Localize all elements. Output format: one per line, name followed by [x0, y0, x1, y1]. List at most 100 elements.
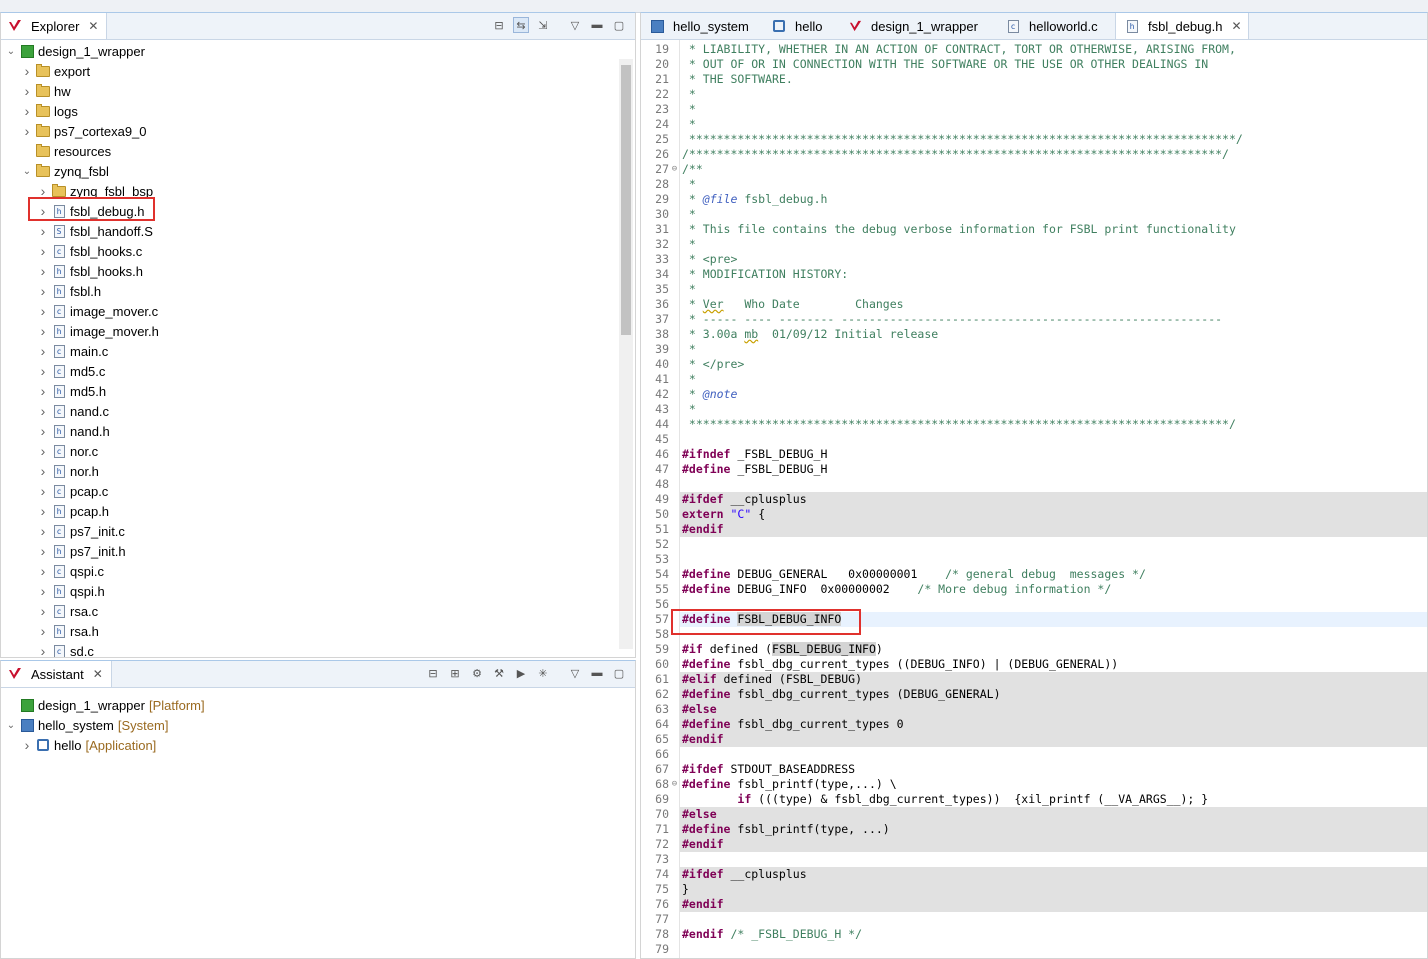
run-icon[interactable]: ▶: [513, 665, 529, 681]
tree-item[interactable]: resources: [1, 141, 111, 161]
chevron-right-icon[interactable]: ›: [37, 423, 49, 439]
tree-item[interactable]: › c qspi.c: [1, 561, 104, 581]
code-line[interactable]: 46 #ifndef _FSBL_DEBUG_H: [641, 447, 1427, 462]
code-line[interactable]: 67 #ifdef STDOUT_BASEADDRESS: [641, 762, 1427, 777]
code-line[interactable]: 45: [641, 432, 1427, 447]
tree-item[interactable]: › h rsa.h: [1, 621, 99, 641]
maximize-icon[interactable]: ▢: [611, 665, 627, 681]
code-line[interactable]: 22 *: [641, 87, 1427, 102]
tree-item[interactable]: › hw: [1, 81, 71, 101]
code-line[interactable]: 40 * </pre>: [641, 357, 1427, 372]
code-line[interactable]: 38 * 3.00a mb 01/09/12 Initial release: [641, 327, 1427, 342]
tree-item[interactable]: › c fsbl_hooks.c: [1, 241, 143, 261]
tree-item[interactable]: › h md5.h: [1, 381, 106, 401]
code-line[interactable]: 23 *: [641, 102, 1427, 117]
code-line[interactable]: 57 #define FSBL_DEBUG_INFO: [641, 612, 1427, 627]
code-line[interactable]: 34 * MODIFICATION HISTORY:: [641, 267, 1427, 282]
code-line[interactable]: 25 *************************************…: [641, 132, 1427, 147]
code-line[interactable]: 59 #if defined (FSBL_DEBUG_INFO): [641, 642, 1427, 657]
code-line[interactable]: 35 *: [641, 282, 1427, 297]
chevron-down-icon[interactable]: ⌄: [5, 720, 17, 731]
code-line[interactable]: 63 #else: [641, 702, 1427, 717]
code-line[interactable]: 74 #ifdef __cplusplus: [641, 867, 1427, 882]
chevron-right-icon[interactable]: ›: [37, 403, 49, 419]
code-line[interactable]: 28 *: [641, 177, 1427, 192]
code-line[interactable]: 44 *************************************…: [641, 417, 1427, 432]
code-line[interactable]: 41 *: [641, 372, 1427, 387]
collapse-all-icon[interactable]: ⊟: [425, 665, 441, 681]
code-line[interactable]: 54 #define DEBUG_GENERAL 0x00000001 /* ge…: [641, 567, 1427, 582]
import-icon[interactable]: ⇲: [535, 17, 551, 33]
chevron-right-icon[interactable]: ›: [21, 103, 33, 119]
code-line[interactable]: 75}: [641, 882, 1427, 897]
build-icon[interactable]: ⚒: [491, 665, 507, 681]
tree-item[interactable]: › c ps7_init.c: [1, 521, 125, 541]
code-line[interactable]: 69 if (((type) & fsbl_dbg_current_types)…: [641, 792, 1427, 807]
tree-item[interactable]: › hello [Application]: [1, 735, 157, 755]
tree-item[interactable]: › c rsa.c: [1, 601, 99, 621]
code-line[interactable]: 33 * <pre>: [641, 252, 1427, 267]
chevron-right-icon[interactable]: ›: [21, 63, 33, 79]
explorer-tab[interactable]: Explorer ✕: [1, 13, 108, 39]
code-line[interactable]: 42 * @note: [641, 387, 1427, 402]
link-with-editor-icon[interactable]: ⇆: [513, 17, 529, 33]
chevron-right-icon[interactable]: ›: [37, 603, 49, 619]
code-line[interactable]: 43 *: [641, 402, 1427, 417]
code-line[interactable]: 29 * @file fsbl_debug.h: [641, 192, 1427, 207]
tree-item[interactable]: › h pcap.h: [1, 501, 109, 521]
code-line[interactable]: 78 #endif /* _FSBL_DEBUG_H */: [641, 927, 1427, 942]
assistant-tab[interactable]: Assistant ✕: [1, 661, 112, 687]
tree-item[interactable]: › h image_mover.h: [1, 321, 159, 341]
code-line[interactable]: 66: [641, 747, 1427, 762]
chevron-right-icon[interactable]: ›: [37, 443, 49, 459]
code-line[interactable]: 39 *: [641, 342, 1427, 357]
tree-item[interactable]: design_1_wrapper [Platform]: [1, 695, 205, 715]
code-line[interactable]: 77: [641, 912, 1427, 927]
chevron-right-icon[interactable]: ›: [21, 737, 33, 753]
tree-item[interactable]: › c md5.c: [1, 361, 106, 381]
tree-item[interactable]: ⌄ hello_system [System]: [1, 715, 169, 735]
maximize-icon[interactable]: ▢: [611, 17, 627, 33]
tree-item[interactable]: › c nand.c: [1, 401, 109, 421]
tree-item[interactable]: › c nor.c: [1, 441, 99, 461]
chevron-right-icon[interactable]: ›: [37, 283, 49, 299]
chevron-right-icon[interactable]: ›: [21, 123, 33, 139]
code-line[interactable]: 60 #define fsbl_dbg_current_types ((DEBUG…: [641, 657, 1427, 672]
code-line[interactable]: 32 *: [641, 237, 1427, 252]
tree-item[interactable]: › c sd.c: [1, 641, 94, 657]
editor-tab[interactable]: h fsbl_debug.h ✕: [1115, 13, 1249, 39]
code-line[interactable]: 55 #define DEBUG_INFO 0x00000002 /* More …: [641, 582, 1427, 597]
code-line[interactable]: 76 #endif: [641, 897, 1427, 912]
fold-toggle-icon[interactable]: ⊖: [670, 777, 679, 792]
chevron-down-icon[interactable]: ⌄: [21, 166, 33, 177]
chevron-right-icon[interactable]: ›: [37, 563, 49, 579]
code-line[interactable]: 53: [641, 552, 1427, 567]
view-menu-icon[interactable]: ▽: [567, 17, 583, 33]
chevron-right-icon[interactable]: ›: [37, 263, 49, 279]
code-line[interactable]: 50 extern "C" {: [641, 507, 1427, 522]
chevron-right-icon[interactable]: ›: [37, 203, 49, 219]
code-line[interactable]: 27 ⊖/**: [641, 162, 1427, 177]
code-line[interactable]: 21 * THE SOFTWARE.: [641, 72, 1427, 87]
chevron-right-icon[interactable]: ›: [37, 343, 49, 359]
editor-tab[interactable]: design_1_wrapper: [839, 13, 984, 39]
debug-icon[interactable]: ✳: [535, 665, 551, 681]
editor-tab[interactable]: hello_system: [641, 13, 755, 39]
chevron-right-icon[interactable]: ›: [37, 243, 49, 259]
code-line[interactable]: 31 * This file contains the debug verbos…: [641, 222, 1427, 237]
chevron-down-icon[interactable]: ⌄: [5, 46, 17, 57]
expand-all-icon[interactable]: ⊞: [447, 665, 463, 681]
close-icon[interactable]: ✕: [93, 667, 103, 681]
code-line[interactable]: 64 #define fsbl_dbg_current_types 0: [641, 717, 1427, 732]
collapse-all-icon[interactable]: ⊟: [491, 17, 507, 33]
editor-tab[interactable]: c helloworld.c: [997, 13, 1104, 39]
code-line[interactable]: 24 *: [641, 117, 1427, 132]
code-line[interactable]: 37 * ----- ---- -------- ---------------…: [641, 312, 1427, 327]
tree-item[interactable]: › ps7_cortexa9_0: [1, 121, 147, 141]
tree-item[interactable]: › h fsbl_debug.h: [1, 201, 145, 221]
chevron-right-icon[interactable]: ›: [37, 323, 49, 339]
chevron-right-icon[interactable]: ›: [37, 483, 49, 499]
code-line[interactable]: 49 #ifdef __cplusplus: [641, 492, 1427, 507]
chevron-right-icon[interactable]: ›: [37, 183, 49, 199]
close-icon[interactable]: ✕: [88, 19, 98, 33]
